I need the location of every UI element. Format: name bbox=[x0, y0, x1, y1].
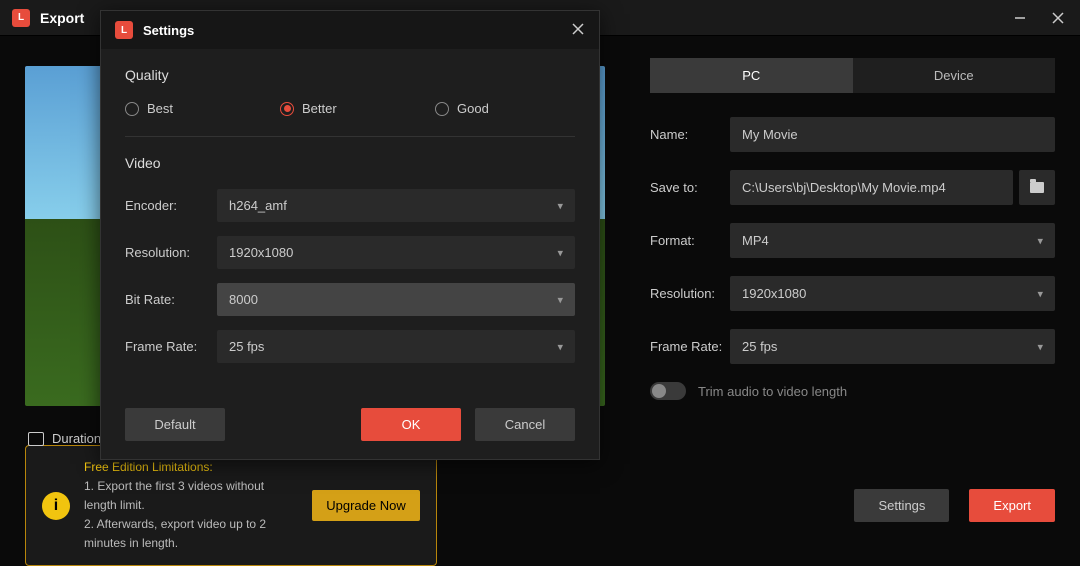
framerate-label: Frame Rate: bbox=[650, 339, 730, 354]
resolution-select[interactable]: 1920x1080 bbox=[730, 276, 1055, 311]
modal-resolution-label: Resolution: bbox=[125, 245, 217, 260]
modal-header: L Settings bbox=[101, 11, 599, 49]
ok-button[interactable]: OK bbox=[361, 408, 461, 441]
tab-device[interactable]: Device bbox=[853, 58, 1056, 93]
default-button[interactable]: Default bbox=[125, 408, 225, 441]
saveto-label: Save to: bbox=[650, 180, 730, 195]
folder-icon bbox=[1030, 182, 1044, 193]
name-input[interactable] bbox=[730, 117, 1055, 152]
quality-good-radio[interactable]: Good bbox=[435, 101, 570, 116]
duration-row: Duration bbox=[28, 431, 101, 446]
minimize-button[interactable] bbox=[1010, 8, 1030, 28]
limitation-box: i Free Edition Limitations: 1. Export th… bbox=[25, 445, 437, 566]
limitation-line-2: 2. Afterwards, export video up to 2 minu… bbox=[84, 515, 298, 553]
bitrate-label: Bit Rate: bbox=[125, 292, 217, 307]
trim-audio-toggle[interactable] bbox=[650, 382, 686, 400]
encoder-select[interactable]: h264_amf bbox=[217, 189, 575, 222]
modal-app-icon: L bbox=[115, 21, 133, 39]
tab-pc[interactable]: PC bbox=[650, 58, 853, 93]
modal-resolution-select[interactable]: 1920x1080 bbox=[217, 236, 575, 269]
duration-label: Duration bbox=[52, 431, 101, 446]
footer: i Free Edition Limitations: 1. Export th… bbox=[0, 458, 1080, 553]
quality-best-radio[interactable]: Best bbox=[125, 101, 260, 116]
video-section-title: Video bbox=[125, 155, 575, 171]
modal-close-button[interactable] bbox=[571, 20, 585, 41]
close-button[interactable] bbox=[1048, 8, 1068, 28]
modal-title: Settings bbox=[143, 23, 571, 38]
name-label: Name: bbox=[650, 127, 730, 142]
format-label: Format: bbox=[650, 233, 730, 248]
tab-row: PC Device bbox=[650, 58, 1055, 93]
cancel-button[interactable]: Cancel bbox=[475, 408, 575, 441]
encoder-label: Encoder: bbox=[125, 198, 217, 213]
saveto-input[interactable] bbox=[730, 170, 1013, 205]
quality-section-title: Quality bbox=[125, 67, 575, 83]
bitrate-select[interactable]: 8000 bbox=[217, 283, 575, 316]
browse-button[interactable] bbox=[1019, 170, 1055, 205]
settings-button[interactable]: Settings bbox=[854, 489, 949, 522]
duration-icon bbox=[28, 432, 44, 446]
trim-audio-label: Trim audio to video length bbox=[698, 384, 847, 399]
upgrade-button[interactable]: Upgrade Now bbox=[312, 490, 420, 521]
settings-modal: L Settings Quality Best Better Good Vide… bbox=[100, 10, 600, 460]
modal-framerate-select[interactable]: 25 fps bbox=[217, 330, 575, 363]
export-button[interactable]: Export bbox=[969, 489, 1055, 522]
info-icon: i bbox=[42, 492, 70, 520]
app-icon: L bbox=[12, 9, 30, 27]
framerate-select[interactable]: 25 fps bbox=[730, 329, 1055, 364]
limitation-title: Free Edition Limitations: bbox=[84, 458, 298, 477]
quality-better-radio[interactable]: Better bbox=[280, 101, 415, 116]
export-form-panel: PC Device Name: Save to: Format: MP4 Res… bbox=[625, 36, 1080, 458]
modal-framerate-label: Frame Rate: bbox=[125, 339, 217, 354]
resolution-label: Resolution: bbox=[650, 286, 730, 301]
format-select[interactable]: MP4 bbox=[730, 223, 1055, 258]
limitation-line-1: 1. Export the first 3 videos without len… bbox=[84, 477, 298, 515]
